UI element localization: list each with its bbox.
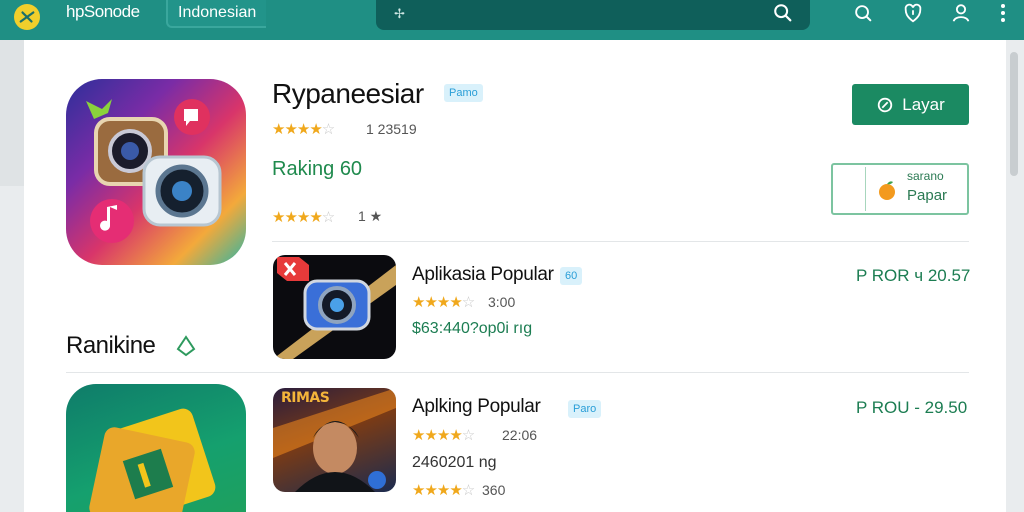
app-info: $63:440?op0i rıg bbox=[412, 320, 533, 337]
search-input[interactable]: ✢ bbox=[376, 0, 810, 30]
search-cursor-icon: ✢ bbox=[394, 6, 405, 21]
featured-app-icon[interactable] bbox=[66, 79, 246, 265]
app-rating-count: 3:00 bbox=[488, 294, 516, 310]
brand-logo-icon[interactable] bbox=[14, 4, 40, 30]
wishlist-bottom-text: Papar bbox=[907, 187, 948, 204]
wishlist-button[interactable]: sarano Papar bbox=[831, 163, 969, 215]
app-badge: Paro bbox=[568, 400, 602, 418]
wishlist-top-text: sarano bbox=[907, 169, 944, 183]
featured-rating-stars: ★★★★☆ bbox=[272, 121, 335, 138]
zoom-search-icon[interactable] bbox=[852, 2, 874, 24]
divider bbox=[272, 241, 969, 242]
app-info: 2460201 ng bbox=[412, 454, 497, 471]
featured-badge: Pamo bbox=[444, 84, 483, 102]
app-thumbnail[interactable] bbox=[273, 255, 396, 359]
app-title[interactable]: Aplikasia Popular bbox=[412, 264, 554, 286]
featured-secondary-text: 1 ★ bbox=[358, 208, 383, 224]
side-gutter bbox=[0, 40, 24, 186]
app-thumbnail[interactable]: RIMAS bbox=[273, 388, 396, 492]
app-rating-count: 22:06 bbox=[502, 427, 538, 443]
divider bbox=[66, 372, 969, 373]
app-rating-stars: ★★★★☆ bbox=[412, 427, 475, 444]
more-options-icon[interactable] bbox=[992, 2, 1010, 24]
app-rating-count: 360 bbox=[482, 482, 506, 498]
ranking-category-icon[interactable] bbox=[66, 384, 246, 512]
section-title[interactable]: Ranikine bbox=[66, 332, 156, 360]
wishlist-divider bbox=[865, 167, 866, 211]
brand-name[interactable]: hpSonode bbox=[66, 2, 140, 22]
app-badge: 60 bbox=[560, 267, 583, 285]
app-rating-stars: ★★★★☆ bbox=[412, 482, 475, 499]
install-button[interactable]: Layar bbox=[852, 84, 969, 125]
app-title[interactable]: Aplking Popular bbox=[412, 396, 541, 418]
featured-ranking: Raking 60 bbox=[272, 158, 363, 180]
app-price[interactable]: P ROR ч 20.57 bbox=[856, 266, 970, 286]
fruit-icon bbox=[879, 181, 895, 200]
top-bar: hpSonode Indonesian ✢ bbox=[0, 0, 1024, 40]
install-icon bbox=[878, 97, 893, 112]
featured-secondary-stars: ★★★★☆ bbox=[272, 209, 335, 226]
language-selector[interactable]: Indonesian bbox=[166, 0, 267, 28]
scrollbar[interactable] bbox=[1010, 52, 1018, 176]
featured-rating-count: 1 23519 bbox=[366, 121, 417, 137]
app-rating-stars: ★★★★☆ bbox=[412, 294, 475, 311]
leaf-icon bbox=[176, 335, 196, 357]
account-icon[interactable] bbox=[950, 2, 972, 24]
app-price[interactable]: P ROU - 29.50 bbox=[856, 398, 967, 418]
featured-app-title[interactable]: Rypaneesiar bbox=[272, 78, 424, 110]
thumbnail-title-text: RIMAS bbox=[281, 390, 330, 406]
install-button-label: Layar bbox=[902, 94, 945, 114]
search-icon[interactable] bbox=[772, 2, 794, 24]
shield-heart-icon[interactable] bbox=[902, 2, 924, 24]
